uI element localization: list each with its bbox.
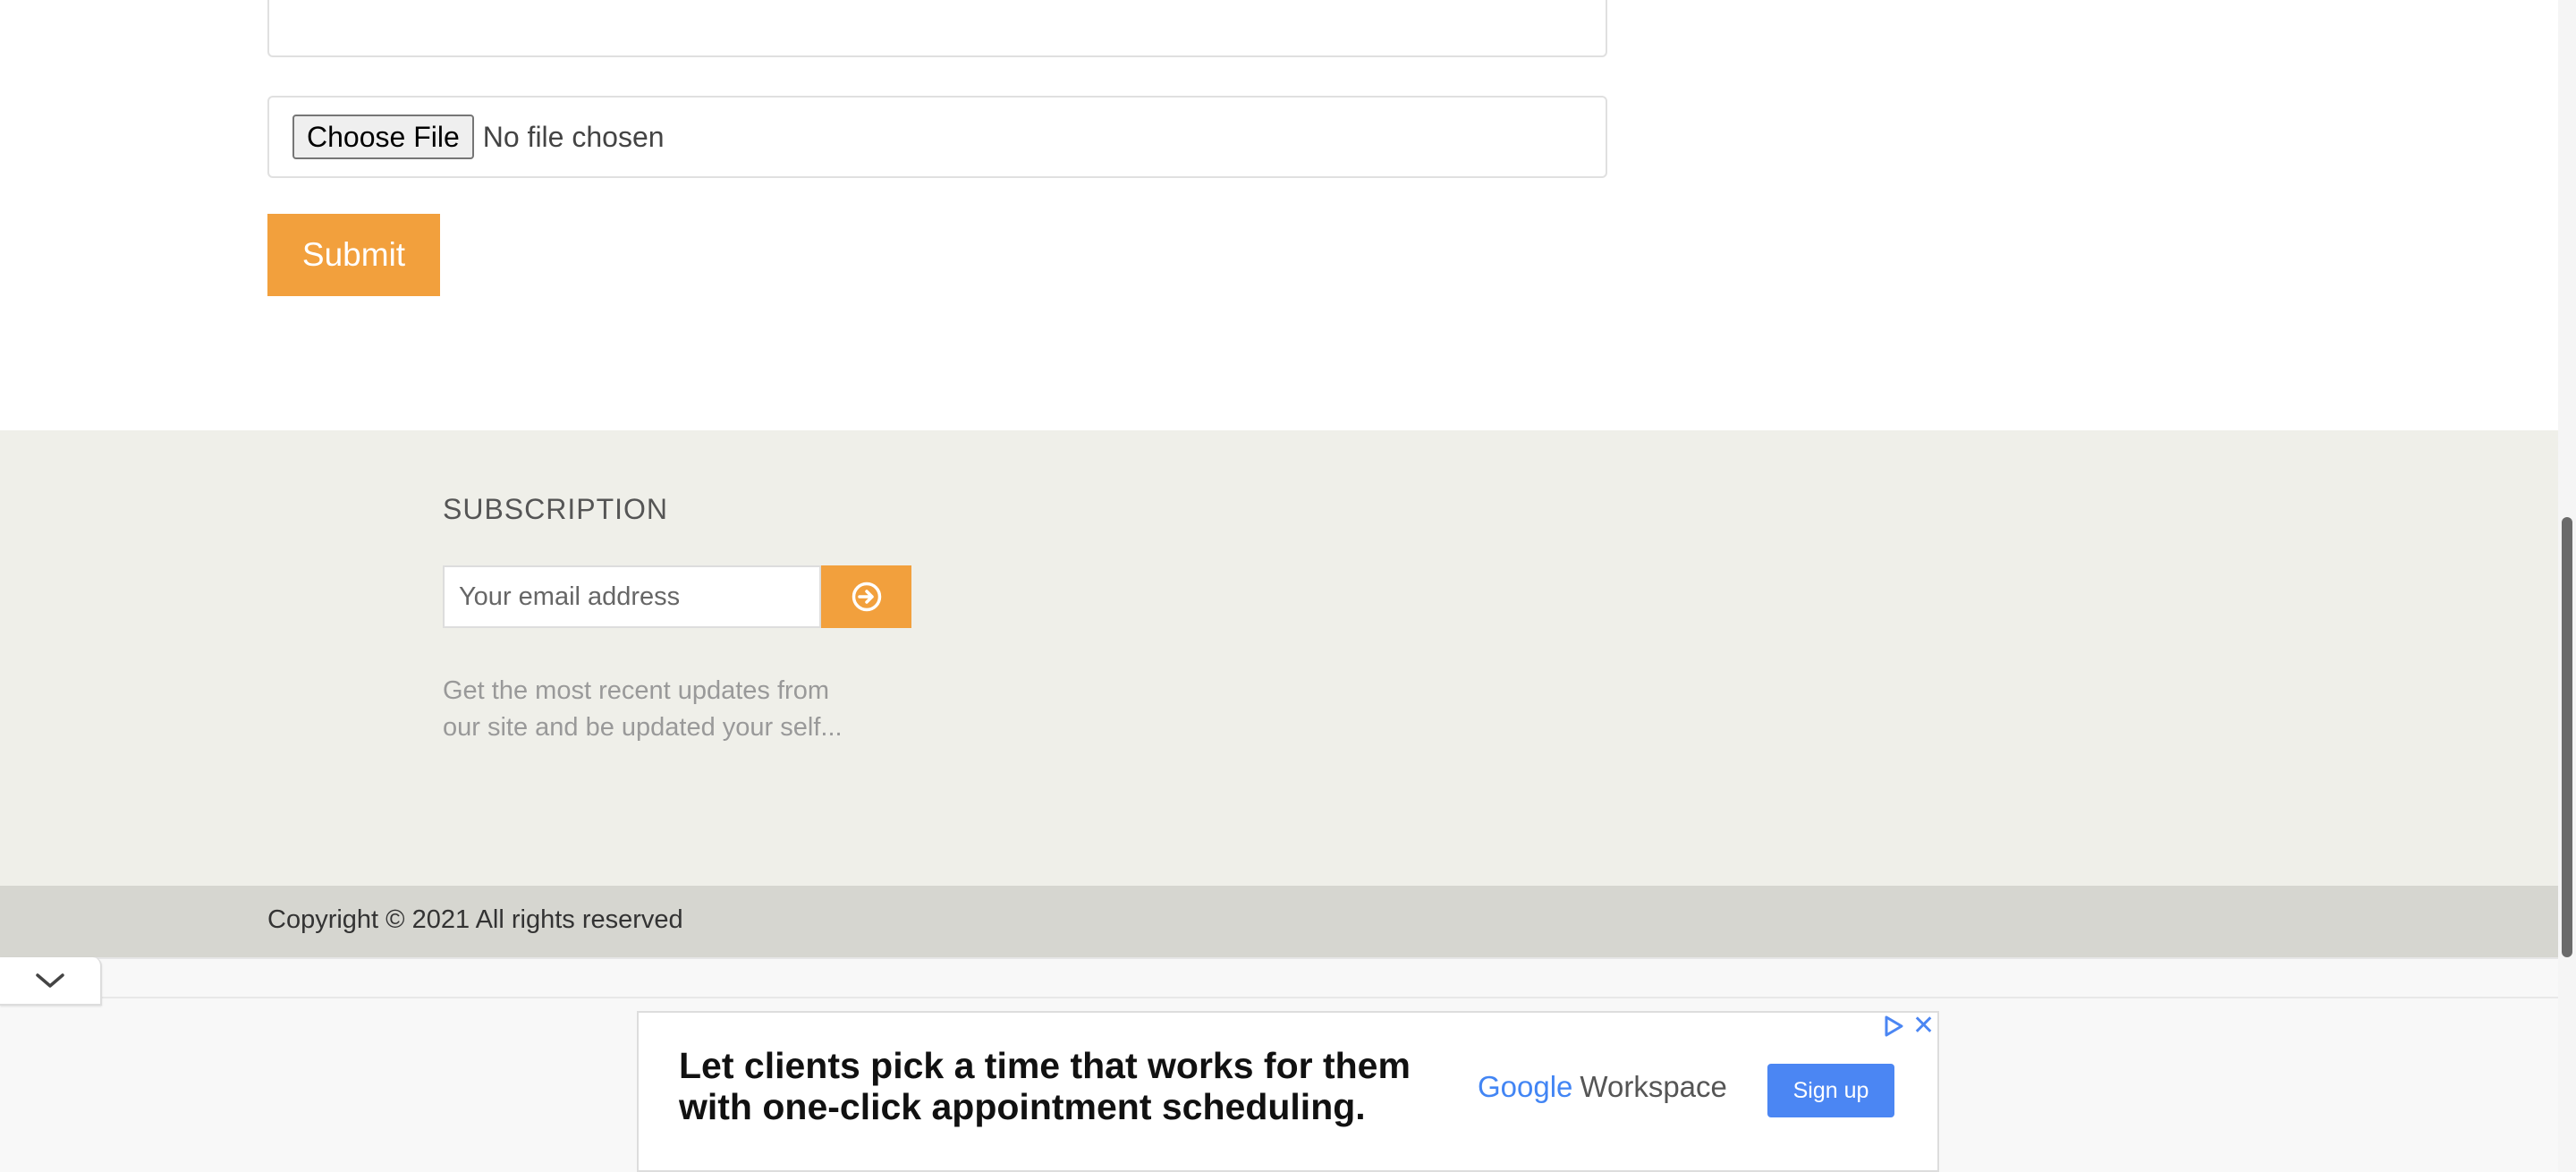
subscribe-button[interactable]	[821, 565, 911, 628]
submit-button[interactable]: Submit	[267, 214, 440, 296]
file-upload-field[interactable]: Choose File No file chosen	[267, 96, 1607, 178]
description-line-2: our site and be updated your self...	[443, 713, 843, 742]
arrow-circle-right-icon	[852, 582, 881, 612]
file-status-text: No file chosen	[482, 120, 665, 153]
scrollbar-thumb[interactable]	[2562, 517, 2572, 957]
subscription-email-input[interactable]	[443, 565, 821, 628]
subscription-description: Get the most recent updates from our sit…	[443, 673, 863, 746]
chevron-down-icon	[36, 973, 64, 988]
ad-headline[interactable]: Let clients pick a time that works for t…	[679, 1045, 1439, 1127]
text-area-field[interactable]	[267, 0, 1607, 57]
copyright-text: Copyright © 2021 All rights reserved	[267, 905, 683, 934]
ad-signup-button[interactable]: Sign up	[1767, 1064, 1894, 1117]
ad-headline-line-1: Let clients pick a time that works for t…	[679, 1045, 1411, 1086]
workspace-text: Workspace	[1580, 1070, 1727, 1103]
close-icon[interactable]: ✕	[1912, 1013, 1935, 1040]
google-wordmark: Google	[1478, 1070, 1573, 1103]
ad-choices-icon[interactable]	[1882, 1015, 1905, 1042]
ad-bar-divider	[100, 997, 2576, 998]
choose-file-button[interactable]: Choose File	[292, 115, 474, 159]
ad-collapse-tab[interactable]	[0, 957, 102, 1006]
ad-brand-logo: Google Workspace	[1478, 1070, 1727, 1104]
subscription-title: SUBSCRIPTION	[443, 493, 669, 525]
description-line-1: Get the most recent updates from	[443, 676, 829, 705]
ad-headline-line-2: with one-click appointment scheduling.	[679, 1086, 1366, 1127]
footer-subscription-section	[0, 430, 2576, 886]
